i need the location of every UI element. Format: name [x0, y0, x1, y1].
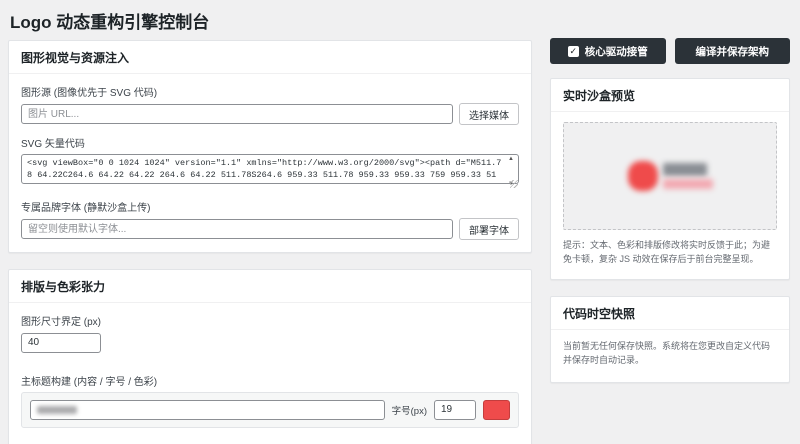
- compile-save-button[interactable]: 编译并保存架构: [675, 38, 791, 64]
- select-media-button[interactable]: 选择媒体: [459, 103, 519, 125]
- actions-row: ✓ 核心驱动接管 编译并保存架构: [550, 38, 790, 64]
- svg-code-textarea[interactable]: <svg viewBox="0 0 1024 1024" version="1.…: [21, 154, 519, 184]
- left-column: 图形视觉与资源注入 图形源 (图像优先于 SVG 代码) 选择媒体 SVG 矢量…: [8, 40, 532, 444]
- visual-resource-card: 图形视觉与资源注入 图形源 (图像优先于 SVG 代码) 选择媒体 SVG 矢量…: [8, 40, 532, 253]
- main-title-color-picker[interactable]: [483, 400, 510, 420]
- visual-card-title: 图形视觉与资源注入: [9, 41, 531, 74]
- main-title-size-input[interactable]: [434, 400, 476, 420]
- core-takeover-button[interactable]: ✓ 核心驱动接管: [550, 38, 666, 64]
- image-source-row: 选择媒体: [21, 103, 519, 125]
- redacted-main-title-value: [37, 406, 77, 414]
- logo-size-label: 图形尺寸界定 (px): [21, 313, 519, 328]
- code-snapshot-card: 代码时空快照 当前暂无任何保存快照。系统将在您更改自定义代码并保存时自动记录。: [550, 296, 790, 383]
- image-source-label: 图形源 (图像优先于 SVG 代码): [21, 84, 519, 99]
- brand-font-label: 专属品牌字体 (静默沙盒上传): [21, 199, 519, 214]
- sandbox-preview-box: [563, 122, 777, 230]
- typography-card: 排版与色彩张力 图形尺寸界定 (px) 主标题构建 (内容 / 字号 / 色彩)…: [8, 269, 532, 444]
- main-title-panel: 字号(px): [21, 392, 519, 428]
- redacted-logo-text: [663, 163, 713, 189]
- preview-card-title: 实时沙盒预览: [551, 79, 789, 112]
- logo-size-input[interactable]: [21, 333, 101, 353]
- typography-card-body: 图形尺寸界定 (px) 主标题构建 (内容 / 字号 / 色彩) 字号(px) …: [9, 303, 531, 444]
- scroll-up-icon[interactable]: ▲: [508, 156, 514, 162]
- typography-card-title: 排版与色彩张力: [9, 270, 531, 303]
- redacted-logo-graphic: [628, 161, 658, 191]
- resize-grip-icon[interactable]: [510, 180, 518, 188]
- main-title-label: 主标题构建 (内容 / 字号 / 色彩): [21, 373, 519, 388]
- deploy-font-button[interactable]: 部署字体: [459, 218, 519, 240]
- svg-code-label: SVG 矢量代码: [21, 135, 519, 150]
- redacted-logo-subtitle: [663, 179, 713, 189]
- svg-code-wrap: <svg viewBox="0 0 1024 1024" version="1.…: [21, 154, 519, 189]
- visual-card-body: 图形源 (图像优先于 SVG 代码) 选择媒体 SVG 矢量代码 <svg vi…: [9, 74, 531, 252]
- main-title-size-label: 字号(px): [392, 403, 427, 417]
- sandbox-preview-card: 实时沙盒预览 提示：文本、色彩和排版修改将实时反馈于此；为避免卡顿，复杂 JS …: [550, 78, 790, 280]
- main-title-text-input[interactable]: [30, 400, 385, 420]
- checked-checkbox-icon[interactable]: ✓: [568, 46, 579, 57]
- brand-font-row: 部署字体: [21, 218, 519, 240]
- brand-font-input[interactable]: [21, 219, 453, 239]
- image-url-input[interactable]: [21, 104, 453, 124]
- snapshot-card-title: 代码时空快照: [551, 297, 789, 330]
- right-column: ✓ 核心驱动接管 编译并保存架构 实时沙盒预览 提示：文本、色彩和排版修改将实时…: [550, 38, 790, 383]
- redacted-logo-title: [663, 163, 707, 176]
- preview-hint-text: 提示：文本、色彩和排版修改将实时反馈于此；为避免卡顿，复杂 JS 动效在保存后于…: [551, 230, 789, 279]
- snapshot-empty-text: 当前暂无任何保存快照。系统将在您更改自定义代码并保存时自动记录。: [551, 330, 789, 382]
- core-takeover-label: 核心驱动接管: [585, 44, 648, 59]
- page-title: Logo 动态重构引擎控制台: [10, 8, 209, 33]
